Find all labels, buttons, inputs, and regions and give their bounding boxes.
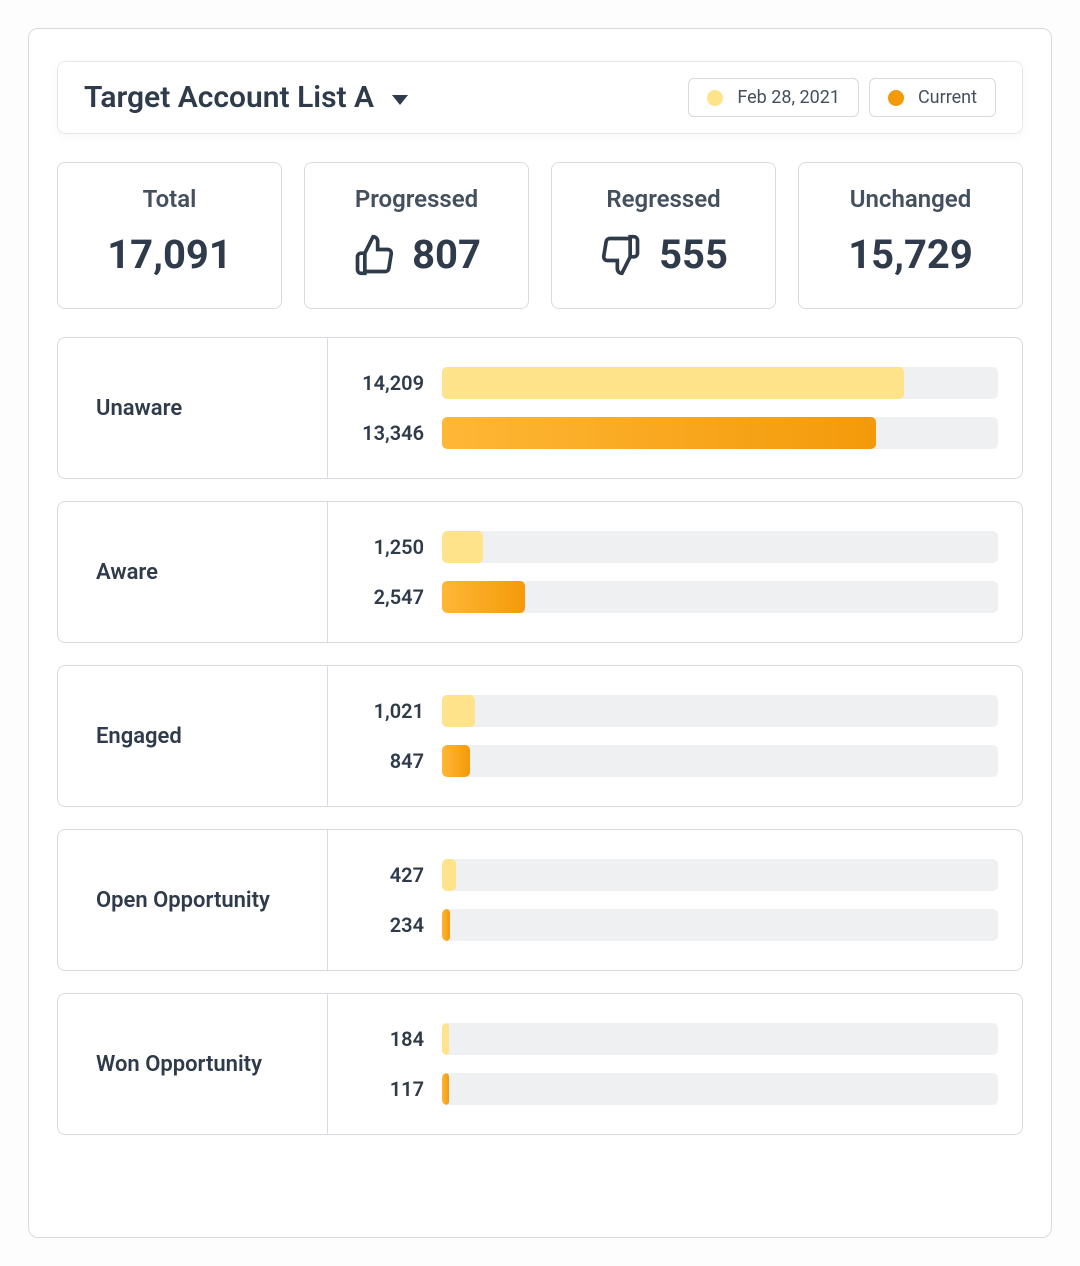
thumbs-down-icon [599, 233, 643, 277]
legend-past-label: Feb 28, 2021 [737, 87, 840, 108]
summary-stats: Total 17,091 Progressed 807 Regressed 55… [57, 162, 1023, 309]
bar-track [442, 417, 998, 449]
bar-current: 847 [328, 745, 998, 777]
legend-past[interactable]: Feb 28, 2021 [688, 78, 859, 117]
stage-label: Engaged [58, 666, 328, 806]
bar-current: 117 [328, 1073, 998, 1105]
header-bar: Target Account List A Feb 28, 2021 Curre… [57, 61, 1023, 134]
thumbs-up-icon [352, 233, 396, 277]
bar-current-value: 234 [328, 913, 442, 937]
stat-progressed-label: Progressed [355, 185, 478, 213]
stage-bars: 427 234 [328, 830, 1022, 970]
bar-track [442, 367, 998, 399]
bar-past-value: 14,209 [328, 371, 442, 395]
bar-fill-current [442, 581, 525, 613]
stat-total-value: 17,091 [107, 231, 232, 278]
stat-progressed-value: 807 [412, 231, 481, 278]
chevron-down-icon [392, 95, 408, 105]
dashboard-card: Target Account List A Feb 28, 2021 Curre… [28, 28, 1052, 1238]
bar-past: 1,021 [328, 695, 998, 727]
stage-label: Won Opportunity [58, 994, 328, 1134]
legend: Feb 28, 2021 Current [688, 78, 996, 117]
bar-past: 427 [328, 859, 998, 891]
bar-track [442, 695, 998, 727]
stat-regressed-label: Regressed [606, 185, 720, 213]
bar-fill-current [442, 1073, 449, 1105]
stage-row: Open Opportunity427 234 [57, 829, 1023, 971]
stat-regressed: Regressed 555 [551, 162, 776, 309]
bar-fill-past [442, 859, 456, 891]
stage-label: Unaware [58, 338, 328, 478]
bar-fill-past [442, 367, 904, 399]
bar-track [442, 909, 998, 941]
stage-row: Unaware14,209 13,346 [57, 337, 1023, 479]
bar-current-value: 117 [328, 1077, 442, 1101]
legend-current-label: Current [918, 87, 977, 108]
bar-fill-current [442, 745, 470, 777]
bar-current: 234 [328, 909, 998, 941]
bar-track [442, 1073, 998, 1105]
bar-fill-current [442, 909, 450, 941]
stat-progressed: Progressed 807 [304, 162, 529, 309]
bar-track [442, 745, 998, 777]
bar-current: 13,346 [328, 417, 998, 449]
stat-regressed-value: 555 [659, 231, 728, 278]
bar-past-value: 427 [328, 863, 442, 887]
bar-track [442, 859, 998, 891]
bar-current: 2,547 [328, 581, 998, 613]
stage-bars: 14,209 13,346 [328, 338, 1022, 478]
stage-chart: Unaware14,209 13,346 Aware1,250 2,547 Engage… [57, 337, 1023, 1135]
bar-track [442, 581, 998, 613]
bar-past: 184 [328, 1023, 998, 1055]
stage-row: Won Opportunity184 117 [57, 993, 1023, 1135]
stage-label: Aware [58, 502, 328, 642]
stage-bars: 1,250 2,547 [328, 502, 1022, 642]
stage-label: Open Opportunity [58, 830, 328, 970]
bar-past: 14,209 [328, 367, 998, 399]
legend-current[interactable]: Current [869, 78, 996, 117]
bar-past-value: 1,250 [328, 535, 442, 559]
bar-past: 1,250 [328, 531, 998, 563]
stage-bars: 1,021 847 [328, 666, 1022, 806]
bar-track [442, 1023, 998, 1055]
stage-row: Engaged1,021 847 [57, 665, 1023, 807]
bar-fill-current [442, 417, 876, 449]
bar-fill-past [442, 1023, 449, 1055]
bar-fill-past [442, 531, 483, 563]
stat-unchanged-label: Unchanged [850, 185, 971, 213]
account-list-dropdown[interactable]: Target Account List A [84, 80, 408, 115]
bar-past-value: 184 [328, 1027, 442, 1051]
bar-past-value: 1,021 [328, 699, 442, 723]
stat-unchanged: Unchanged 15,729 [798, 162, 1023, 309]
stage-bars: 184 117 [328, 994, 1022, 1134]
legend-past-dot [707, 90, 723, 106]
stat-unchanged-value: 15,729 [848, 231, 973, 278]
stage-row: Aware1,250 2,547 [57, 501, 1023, 643]
stat-total: Total 17,091 [57, 162, 282, 309]
bar-current-value: 13,346 [328, 421, 442, 445]
account-list-name: Target Account List A [84, 80, 374, 115]
bar-current-value: 847 [328, 749, 442, 773]
legend-current-dot [888, 90, 904, 106]
stat-total-label: Total [143, 185, 197, 213]
bar-track [442, 531, 998, 563]
bar-current-value: 2,547 [328, 585, 442, 609]
bar-fill-past [442, 695, 475, 727]
